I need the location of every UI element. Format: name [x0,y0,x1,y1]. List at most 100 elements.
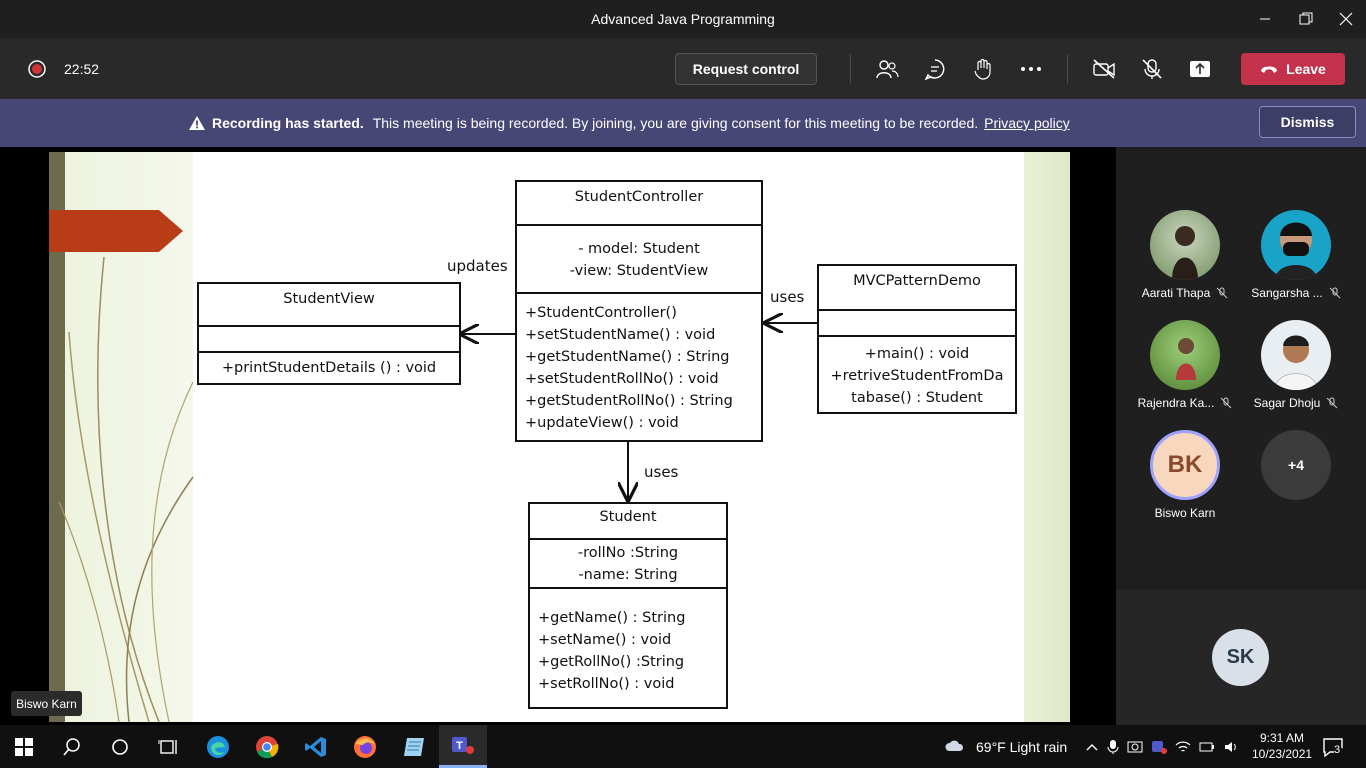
more-icon [1021,67,1041,71]
participant-tile[interactable]: Aarati Thapa [1130,210,1240,300]
self-view: SK [1116,590,1366,725]
uml-student-controller: StudentController - model: Student -view… [515,180,763,442]
title-bar: Advanced Java Programming [0,0,1366,38]
chevron-up-icon[interactable] [1085,742,1099,752]
request-control-button[interactable]: Request control [675,53,817,85]
raise-hand-icon [974,58,991,80]
battery-icon[interactable] [1199,739,1215,755]
chat-button[interactable] [919,53,951,85]
student-title: Student [599,509,657,525]
participant-name: Biswo Karn [1154,506,1216,520]
search-button[interactable] [48,725,96,768]
vscode-icon [305,736,326,757]
notes-app[interactable] [390,725,438,768]
windows-icon [15,737,33,756]
edge-icon [207,735,229,758]
participant-tile[interactable]: Sangarsha ... [1241,210,1351,300]
mic-muted-icon [1327,397,1338,409]
notifications-button[interactable]: 3 [1322,737,1344,762]
vscode-app[interactable] [292,725,340,768]
student-method: +getName() : String [538,610,686,626]
mic-muted-icon [1329,287,1341,299]
search-icon [63,737,80,756]
participant-name: Sangarsha ... [1251,286,1323,300]
camera-toggle-button[interactable] [1088,53,1120,85]
camera-icon[interactable] [1127,739,1143,755]
participant-tile[interactable]: Rajendra Ka... [1130,320,1240,410]
recording-banner: Recording has started. This meeting is b… [0,99,1366,147]
firefox-app[interactable] [341,725,389,768]
wifi-icon[interactable] [1175,739,1191,755]
cortana-button[interactable] [96,725,144,768]
notes-icon [404,737,424,756]
people-icon [876,60,899,79]
dismiss-button[interactable]: Dismiss [1259,106,1356,138]
reactions-button[interactable] [967,53,999,85]
privacy-policy-link[interactable]: Privacy policy [984,115,1070,131]
minimize-icon [1260,18,1270,20]
chrome-app[interactable] [243,725,291,768]
presenter-name-tag: Biswo Karn [11,691,82,716]
mic-muted-icon [1221,397,1232,409]
demo-title: MVCPatternDemo [853,273,981,289]
camera-off-icon [1093,59,1115,79]
demo-method: +main() : void [864,346,970,362]
mic-toggle-button[interactable] [1136,53,1168,85]
meeting-toolbar: 22:52 Request control Leave [0,38,1366,99]
view-title: StudentView [283,291,375,307]
svg-text:T: T [456,740,463,752]
controller-title: StudentController [574,189,704,205]
minimize-button[interactable] [1242,0,1288,38]
warning-icon [189,116,205,130]
start-button[interactable] [0,725,48,768]
leave-label: Leave [1286,61,1326,77]
leave-button[interactable]: Leave [1241,53,1345,85]
clock[interactable]: 9:31 AM 10/23/2021 [1252,730,1312,762]
avatar: BK [1150,430,1220,500]
participants-button[interactable] [871,53,903,85]
student-method: +getRollNo() :String [538,654,685,670]
demo-method: tabase() : Student [851,390,983,406]
window-title: Advanced Java Programming [591,11,775,27]
participant-name: Aarati Thapa [1141,286,1211,300]
share-screen-button[interactable] [1184,53,1216,85]
firefox-icon [354,735,376,758]
cortana-icon [112,738,128,755]
chrome-icon [256,735,279,758]
controller-method: +setStudentRollNo() : void [525,371,719,387]
controller-attr: -view: StudentView [569,263,709,279]
teams-tray-icon[interactable] [1151,739,1167,755]
notification-count: 3 [1334,744,1341,756]
close-window-button[interactable] [1323,0,1366,38]
more-options-button[interactable] [1015,53,1047,85]
meeting-timer: 22:52 [64,61,100,77]
updates-label: updates [447,257,508,275]
task-view-icon [158,739,177,754]
task-view-button[interactable] [144,725,192,768]
participant-tile[interactable]: Sagar Dhoju [1241,320,1351,410]
close-icon [1339,12,1353,26]
student-method: +setRollNo() : void [538,676,675,692]
teams-icon: T [452,737,474,754]
teams-app[interactable]: T [439,725,487,768]
participant-gallery: Aarati Thapa Sangarsha ... Rajendra Ka..… [1116,147,1366,725]
chat-icon [924,59,945,80]
more-count: +4 [1261,430,1331,500]
uses-student-label: uses [644,463,679,481]
clock-date: 10/23/2021 [1252,747,1313,761]
controller-method: +updateView() : void [525,415,679,431]
weather-text: 69°F Light rain [976,738,1068,755]
recording-icon [28,60,46,78]
system-tray [1085,725,1239,768]
weather-widget[interactable]: 69°F Light rain [944,725,1067,768]
more-participants-button[interactable]: +4 [1241,430,1351,500]
hang-up-icon [1261,66,1278,73]
slide: StudentController - model: Student -view… [49,152,1070,722]
student-attr: -rollNo :String [577,545,679,561]
edge-app[interactable] [194,725,242,768]
microphone-icon[interactable] [1107,739,1119,755]
participant-tile[interactable]: BK Biswo Karn [1130,430,1240,520]
controller-attr: - model: Student [578,241,700,257]
volume-icon[interactable] [1223,739,1239,755]
self-avatar: SK [1212,629,1269,686]
